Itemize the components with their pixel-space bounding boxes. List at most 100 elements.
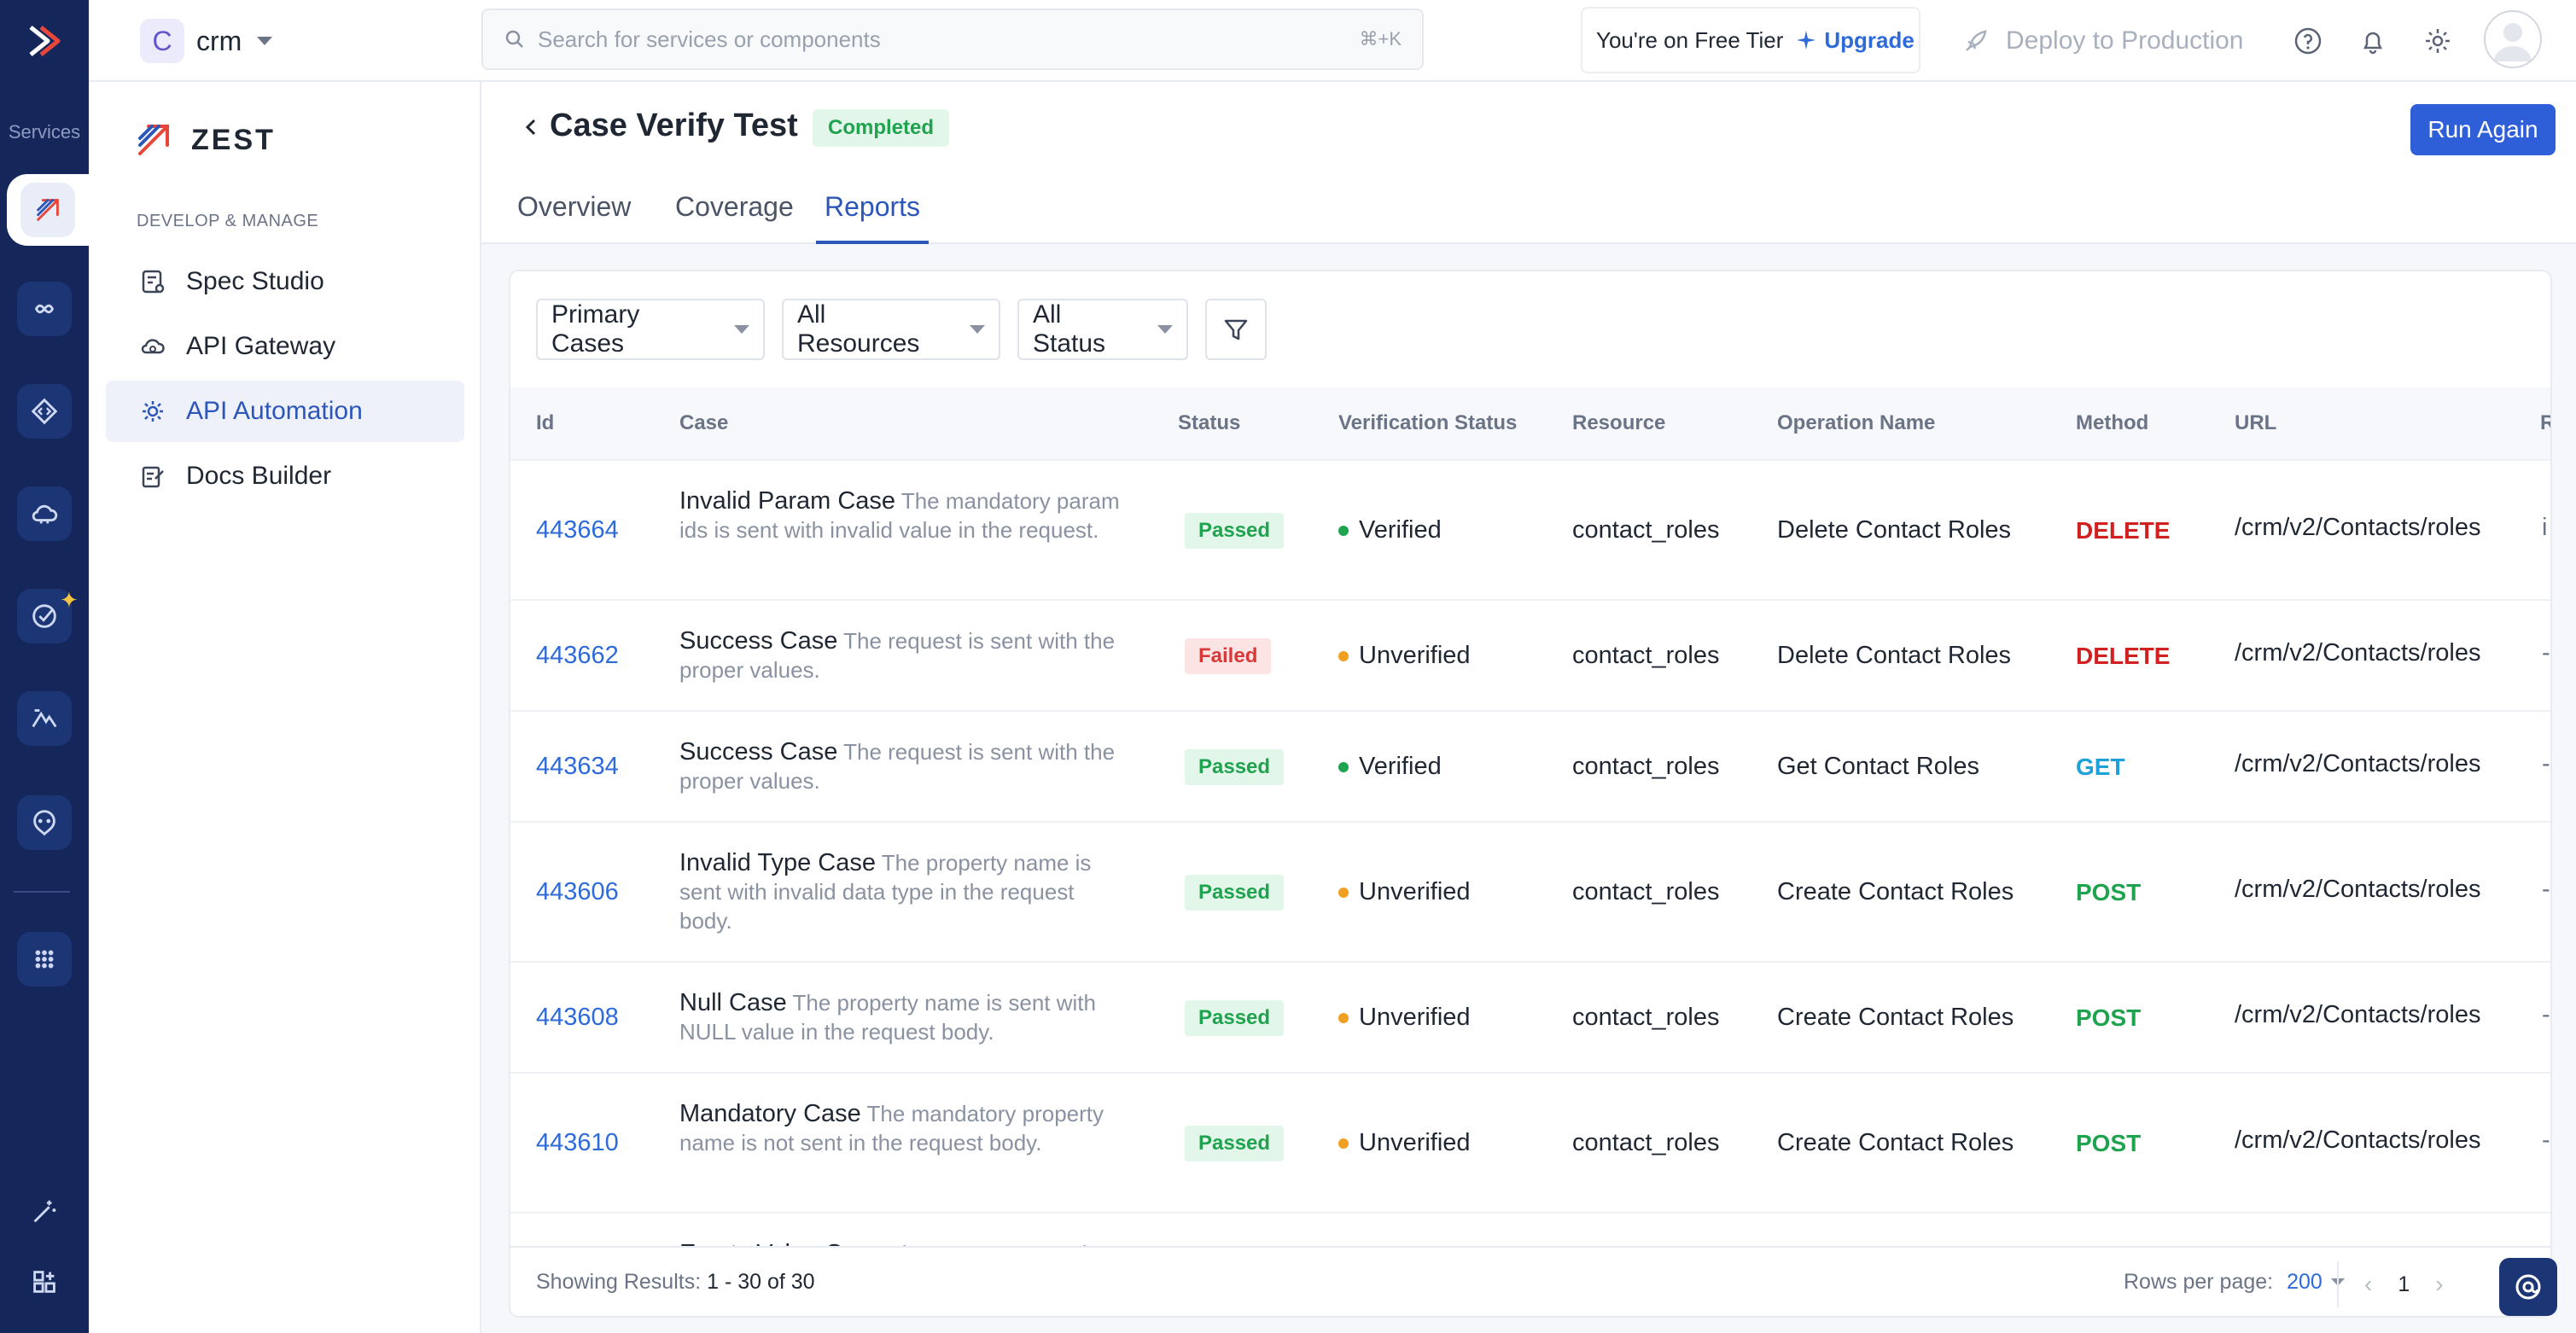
rows-per-page-select[interactable]: 200 <box>2287 1270 2345 1295</box>
table-row[interactable]: 443608 Null Case The property name is sen… <box>510 963 2550 1074</box>
rocket-icon <box>1966 30 1987 51</box>
verification-status: Unverified <box>1338 642 1471 670</box>
sidebar-item-spec-studio[interactable]: Spec Studio <box>106 251 464 312</box>
tab-overview[interactable]: Overview <box>517 191 631 244</box>
bot-icon <box>33 810 55 836</box>
rail-item-bots[interactable] <box>17 795 72 850</box>
table-row[interactable]: 443662 Success Case The request is sent w… <box>510 601 2550 712</box>
table-row[interactable]: 443634 Success Case The request is sent w… <box>510 712 2550 823</box>
filter-button[interactable] <box>1205 299 1267 360</box>
table-row[interactable]: 443610 Mandatory Case The mandatory prope… <box>510 1074 2550 1214</box>
status-dot-icon <box>1338 525 1349 536</box>
table-row[interactable]: 443612Empty Value Case The property name… <box>510 1214 2550 1246</box>
case-id-link[interactable]: 443608 <box>536 1004 619 1032</box>
next-page-icon[interactable]: › <box>2435 1271 2443 1298</box>
rail-widgets-button[interactable] <box>20 1258 68 1306</box>
search-input[interactable] <box>538 26 1360 53</box>
case-type-select[interactable]: Primary Cases <box>536 299 765 360</box>
widgets-icon <box>33 1271 55 1293</box>
reports-card: Primary Cases All Resources All Status I… <box>509 270 2552 1318</box>
overflow-cell: - <box>2542 639 2550 666</box>
search-shortcut: ⌘+K <box>1359 28 1402 49</box>
back-button[interactable] <box>517 113 546 142</box>
case-id-link[interactable]: 443664 <box>536 516 619 544</box>
tab-reports[interactable]: Reports <box>816 191 930 244</box>
prev-page-icon[interactable]: ‹ <box>2364 1271 2372 1298</box>
rail-item-all-apps[interactable] <box>17 932 72 987</box>
zest-logo-icon <box>138 125 169 155</box>
case-name: Invalid Type Case <box>679 849 876 876</box>
status-select[interactable]: All Status <box>1017 299 1188 360</box>
case-id-link[interactable]: 443610 <box>536 1129 619 1157</box>
app-logo-icon[interactable] <box>19 15 70 67</box>
sidebar-item-api-gateway[interactable]: API Gateway <box>106 316 464 377</box>
deploy-button[interactable]: Deploy to Production <box>1961 17 2244 65</box>
verification-status: Unverified <box>1338 1129 1471 1157</box>
user-icon <box>2494 23 2532 61</box>
verification-label: Unverified <box>1359 1129 1471 1156</box>
notifications-button[interactable] <box>2351 19 2395 63</box>
column-header-operation[interactable]: Operation Name <box>1777 411 1935 435</box>
table-row[interactable]: 443606 Invalid Type Case The property nam… <box>510 823 2550 963</box>
column-header-url[interactable]: URL <box>2235 411 2276 435</box>
status-dot-icon <box>1338 887 1349 898</box>
http-method: DELETE <box>2076 643 2171 669</box>
overflow-cell: - <box>2542 1126 2550 1154</box>
overflow-cell: - <box>2542 750 2550 777</box>
showing-label: Showing Results: <box>536 1270 702 1294</box>
pagination: ‹ 1 › <box>2337 1261 2444 1307</box>
table-row[interactable]: 443664 Invalid Param Case The mandatory p… <box>510 461 2550 601</box>
zest-icon <box>37 199 59 221</box>
column-header-id[interactable]: Id <box>536 411 554 435</box>
rail-item-code[interactable] <box>17 384 72 439</box>
service-rail: Services ✦ <box>0 0 89 1333</box>
current-page[interactable]: 1 <box>2398 1272 2410 1297</box>
gateway-icon <box>141 339 165 354</box>
resource-name: contact_roles <box>1572 878 1720 905</box>
search-bar[interactable]: ⌘+K <box>481 9 1424 70</box>
user-avatar[interactable] <box>2484 10 2542 68</box>
funnel-icon <box>1224 319 1248 341</box>
workspace-name: crm <box>196 25 242 56</box>
sidebar-item-label: Docs Builder <box>186 462 332 490</box>
sparkle-icon <box>1797 31 1816 49</box>
run-again-button[interactable]: Run Again <box>2410 104 2556 155</box>
case-name: Invalid Param Case <box>679 487 896 515</box>
case-name: Mandatory Case <box>679 1100 861 1127</box>
verification-label: Unverified <box>1359 1004 1471 1031</box>
upgrade-link[interactable]: Upgrade <box>1795 27 1915 54</box>
rail-item-zest[interactable] <box>7 174 89 246</box>
column-header-method[interactable]: Method <box>2076 411 2148 435</box>
rail-item-cloud[interactable] <box>17 486 72 541</box>
verification-label: Unverified <box>1359 878 1471 905</box>
sidebar-item-api-automation[interactable]: API Automation <box>106 381 464 442</box>
rail-item-insights[interactable] <box>17 691 72 746</box>
magic-wand-icon <box>33 1200 56 1223</box>
column-header-resource[interactable]: Resource <box>1572 411 1665 435</box>
rail-magic-button[interactable] <box>20 1188 68 1236</box>
case-id-link[interactable]: 443662 <box>536 642 619 670</box>
endpoint-url: /crm/v2/Contacts/roles <box>2235 1126 2481 1154</box>
workspace-switcher[interactable]: C crm <box>140 19 273 63</box>
http-method: GET <box>2076 754 2125 780</box>
results-summary: Showing Results: 1 - 30 of 30 <box>536 1270 815 1295</box>
status-badge: Passed <box>1185 1000 1285 1036</box>
resource-select[interactable]: All Resources <box>782 299 1000 360</box>
column-header-case[interactable]: Case <box>679 411 728 435</box>
run-status-badge: Completed <box>813 109 950 147</box>
http-method: POST <box>2076 879 2142 905</box>
sidebar-item-docs-builder[interactable]: Docs Builder <box>106 445 464 507</box>
case-id-link[interactable]: 443606 <box>536 878 619 906</box>
column-header-status[interactable]: Status <box>1178 411 1240 435</box>
column-header-more[interactable]: R <box>2540 411 2550 435</box>
column-header-verification[interactable]: Verification Status <box>1338 411 1517 435</box>
rail-item-integrations[interactable] <box>17 282 72 336</box>
tab-coverage[interactable]: Coverage <box>675 191 794 244</box>
case-id-link[interactable]: 443634 <box>536 753 619 781</box>
status-dot-icon <box>1338 1138 1349 1149</box>
settings-button[interactable] <box>2416 19 2460 63</box>
verification-label: Unverified <box>1359 642 1471 669</box>
support-button[interactable] <box>2499 1258 2557 1316</box>
section-label: DEVELOP & MANAGE <box>137 212 319 230</box>
help-button[interactable] <box>2286 19 2330 63</box>
